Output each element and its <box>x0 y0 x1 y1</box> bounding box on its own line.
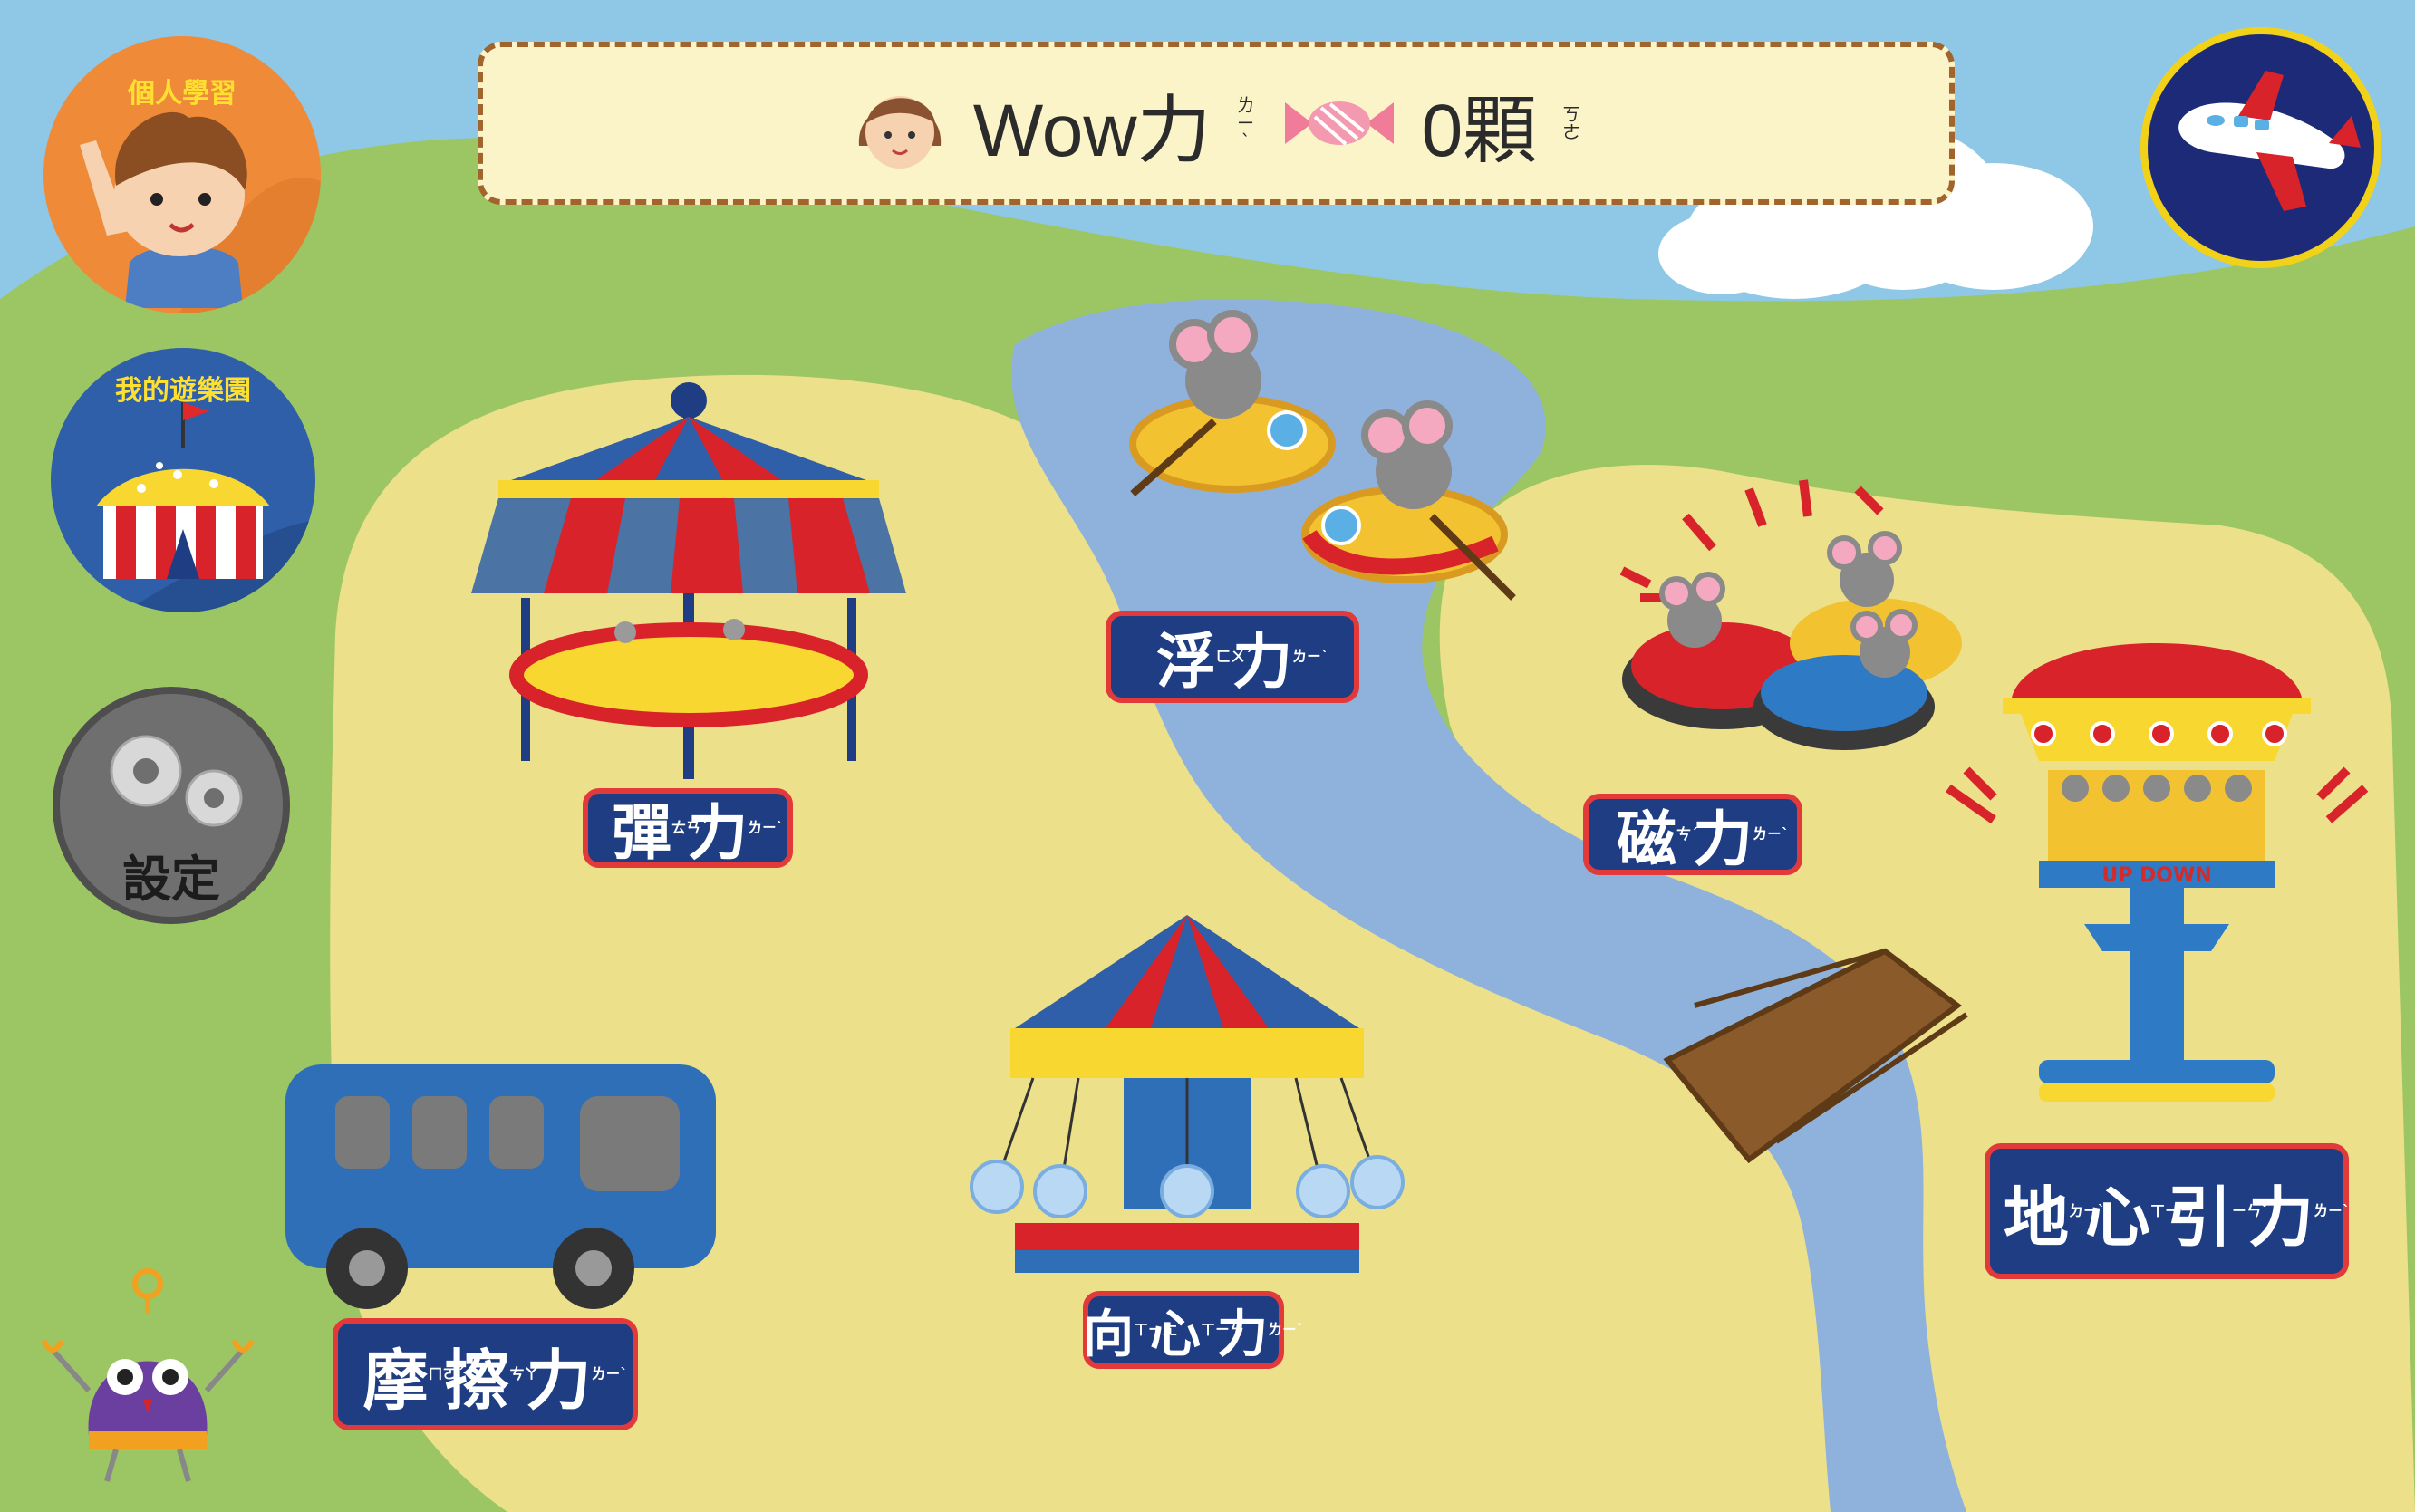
label-ruby: ㄒㄧㄣ <box>1201 1321 1245 1338</box>
label-ruby: ㄌㄧˋ <box>591 1365 628 1382</box>
label-ruby: ㄈㄨˊ <box>1216 648 1253 665</box>
candy-count: 0顆 <box>1421 89 1538 172</box>
centripetal-ride-label[interactable]: 向ㄒㄧㄤˋ 心ㄒㄧㄣ 力ㄌㄧˋ <box>1083 1291 1304 1369</box>
label-char: 磁 <box>1617 804 1676 874</box>
label-char: 心 <box>2084 1179 2150 1256</box>
settings-button[interactable]: 設定 <box>53 687 290 924</box>
label-char: 力 <box>2248 1179 2314 1256</box>
label-char: 引 <box>2167 1179 2233 1256</box>
gravity-ride[interactable]: UP DOWN <box>1939 616 2374 1123</box>
updown-text: UP DOWN <box>2101 864 2211 887</box>
power-ruby: ㄌㄧˋ <box>1236 94 1255 152</box>
power-value: Wow力 <box>972 89 1212 172</box>
label-char: 力 <box>526 1342 592 1419</box>
label-ruby: ㄒㄧㄤˋ <box>1134 1321 1185 1338</box>
airplane-icon <box>2178 71 2361 211</box>
personal-learning-button[interactable]: 個人學習 <box>43 36 321 313</box>
friction-ride[interactable] <box>281 1060 725 1314</box>
elastic-ride-label[interactable]: 彈ㄊㄢˊ 力ㄌㄧˋ <box>583 788 793 868</box>
label-char: 力 <box>1693 804 1753 874</box>
candy-icon <box>1284 101 1394 146</box>
label-char: 地 <box>2003 1179 2069 1256</box>
gear-icon <box>110 735 243 827</box>
label-char: 心 <box>1150 1305 1201 1364</box>
label-ruby: ㄌㄧˋ <box>2314 1202 2351 1219</box>
label-ruby: ㄌㄧˋ <box>748 819 785 836</box>
label-ruby: ㄌㄧˋ <box>1753 825 1790 843</box>
buoyancy-ride-label[interactable]: 浮ㄈㄨˊ 力ㄌㄧˋ <box>1106 611 1359 703</box>
centripetal-ride[interactable] <box>970 910 1414 1291</box>
robot-mascot-icon[interactable] <box>34 1264 261 1490</box>
status-banner: Wow力 ㄌㄧˋ 0顆 ㄎㄜ <box>478 42 1955 205</box>
label-ruby: ㄉㄧˋ <box>2068 1202 2105 1219</box>
magnetic-ride[interactable] <box>1613 462 1975 761</box>
label-ruby: ㄧㄣˇ <box>2232 1202 2269 1219</box>
label-char: 浮 <box>1156 627 1216 697</box>
buoyancy-ride[interactable] <box>1115 299 1522 607</box>
circus-tent-icon <box>51 402 315 612</box>
label-ruby: ㄌㄧˋ <box>1268 1323 1304 1337</box>
candy-ruby: ㄎㄜ <box>1562 103 1581 143</box>
label-char: 彈 <box>612 798 671 868</box>
label-ruby: ㄊㄢˊ <box>671 819 709 836</box>
gravity-ride-label[interactable]: 地ㄉㄧˋ 心ㄒㄧㄣ 引ㄧㄣˇ 力ㄌㄧˋ <box>1985 1143 2351 1279</box>
label-char: 摩 <box>362 1342 429 1419</box>
magnetic-ride-label[interactable]: 磁ㄘˊ 力ㄌㄧˋ <box>1583 794 1802 875</box>
friction-ride-label[interactable]: 摩ㄇㄛˊ 擦ㄘㄚ 力ㄌㄧˋ <box>333 1318 638 1430</box>
my-park-button[interactable]: 我的遊樂園 <box>51 348 315 612</box>
label-ruby: ㄘㄚ <box>509 1365 539 1382</box>
label-ruby: ㄌㄧˋ <box>1292 648 1329 665</box>
label-char: 擦 <box>444 1342 510 1419</box>
label-char: 力 <box>1232 627 1292 697</box>
girl-avatar-icon <box>858 96 941 169</box>
label-ruby: ㄒㄧㄣ <box>2150 1202 2195 1219</box>
label-char: 向 <box>1083 1305 1134 1364</box>
game-stage: Wow力 ㄌㄧˋ 0顆 ㄎㄜ 個人學習 我的遊樂園 設定 彈 ㄊㄢˊ 力 ㄌㄧˋ… <box>0 0 2415 1512</box>
label-char: 力 <box>688 798 748 868</box>
label-char: 力 <box>1217 1305 1268 1364</box>
settings-label: 設定 <box>122 851 220 908</box>
elastic-ride[interactable] <box>471 380 915 779</box>
kid-avatar-icon <box>43 111 321 313</box>
label-ruby: ㄘˊ <box>1676 825 1699 843</box>
airplane-button[interactable] <box>2140 27 2381 268</box>
label-ruby: ㄇㄛˊ <box>428 1365 465 1382</box>
